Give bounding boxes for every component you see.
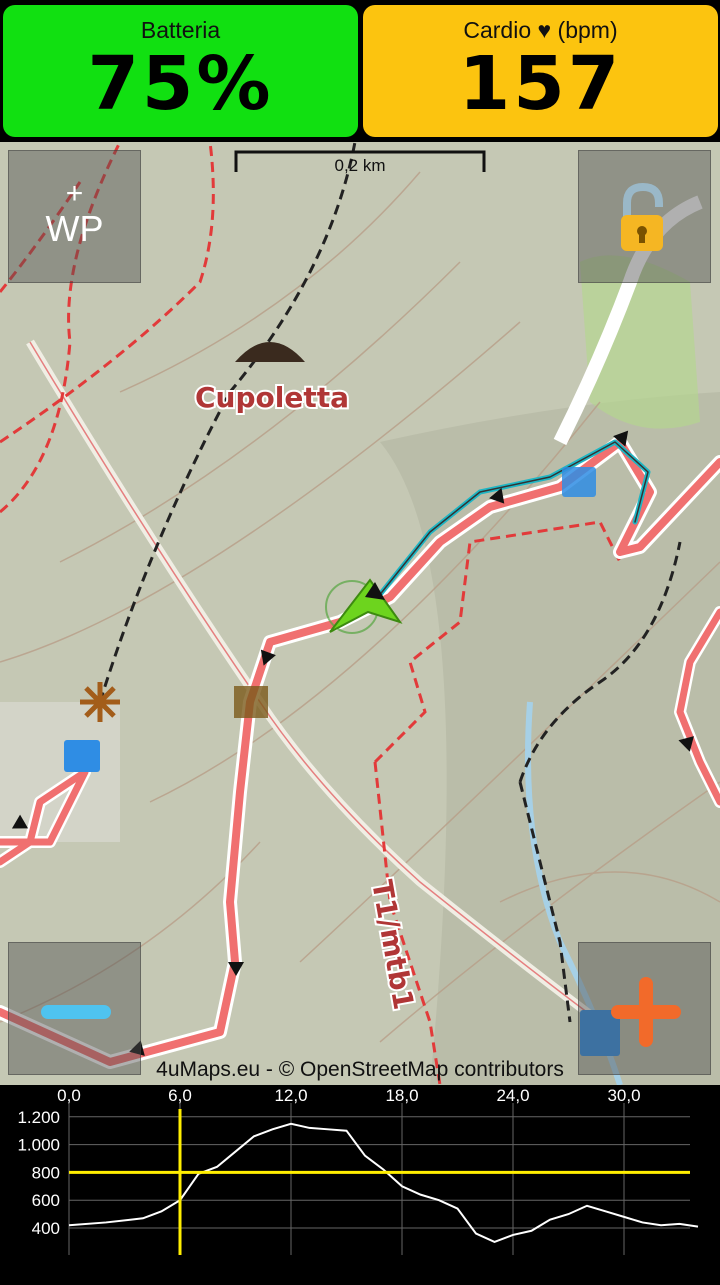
map-attribution: 4uMaps.eu - © OpenStreetMap contributors: [156, 1058, 564, 1081]
battery-tile: Batteria 75%: [3, 5, 358, 137]
heart-rate-tile: Cardio ♥ (bpm) 157: [363, 5, 718, 137]
place-label: Cupoletta: [195, 381, 349, 414]
x-tick-label: 24,0: [496, 1086, 529, 1105]
waypoint-label: WP: [45, 208, 104, 249]
y-tick-label: 800: [32, 1163, 60, 1182]
zoom-in-button[interactable]: [578, 942, 711, 1075]
elevation-chart: 0,0 6,0 12,0 18,0 24,0 30,0 1.200 1.000 800 600 4…: [17, 1086, 699, 1255]
lock-map-button[interactable]: [578, 150, 711, 283]
add-waypoint-button[interactable]: + WP: [8, 150, 141, 283]
y-tick-label: 400: [32, 1219, 60, 1238]
heart-rate-value: 157: [458, 41, 623, 127]
x-tick-label: 0,0: [57, 1086, 81, 1105]
y-tick-label: 600: [32, 1191, 60, 1210]
lock-icon: [621, 182, 663, 251]
zoom-out-button[interactable]: [8, 942, 141, 1075]
battery-label: Batteria: [140, 17, 221, 43]
elevation-profile[interactable]: 0,0 6,0 12,0 18,0 24,0 30,0 1.200 1.000 800 600 4…: [0, 1085, 720, 1280]
battery-value: 75%: [87, 41, 274, 127]
plus-icon: [611, 977, 681, 1047]
x-tick-label: 6,0: [168, 1086, 192, 1105]
x-tick-label: 30,0: [607, 1086, 640, 1105]
x-tick-label: 12,0: [274, 1086, 307, 1105]
scale-label: 0,2 km: [334, 156, 386, 175]
y-tick-label: 1.000: [17, 1136, 60, 1155]
heart-rate-label: Cardio ♥ (bpm): [463, 17, 618, 43]
minus-icon: [41, 1005, 111, 1019]
y-tick-label: 1.200: [17, 1108, 60, 1127]
plus-icon: +: [65, 177, 84, 210]
map-view[interactable]: Cupoletta T1/mtb1 0,2 km + WP 4uMaps.eu …: [0, 142, 720, 1085]
x-tick-label: 18,0: [385, 1086, 418, 1105]
elevation-line: [68, 1122, 699, 1243]
